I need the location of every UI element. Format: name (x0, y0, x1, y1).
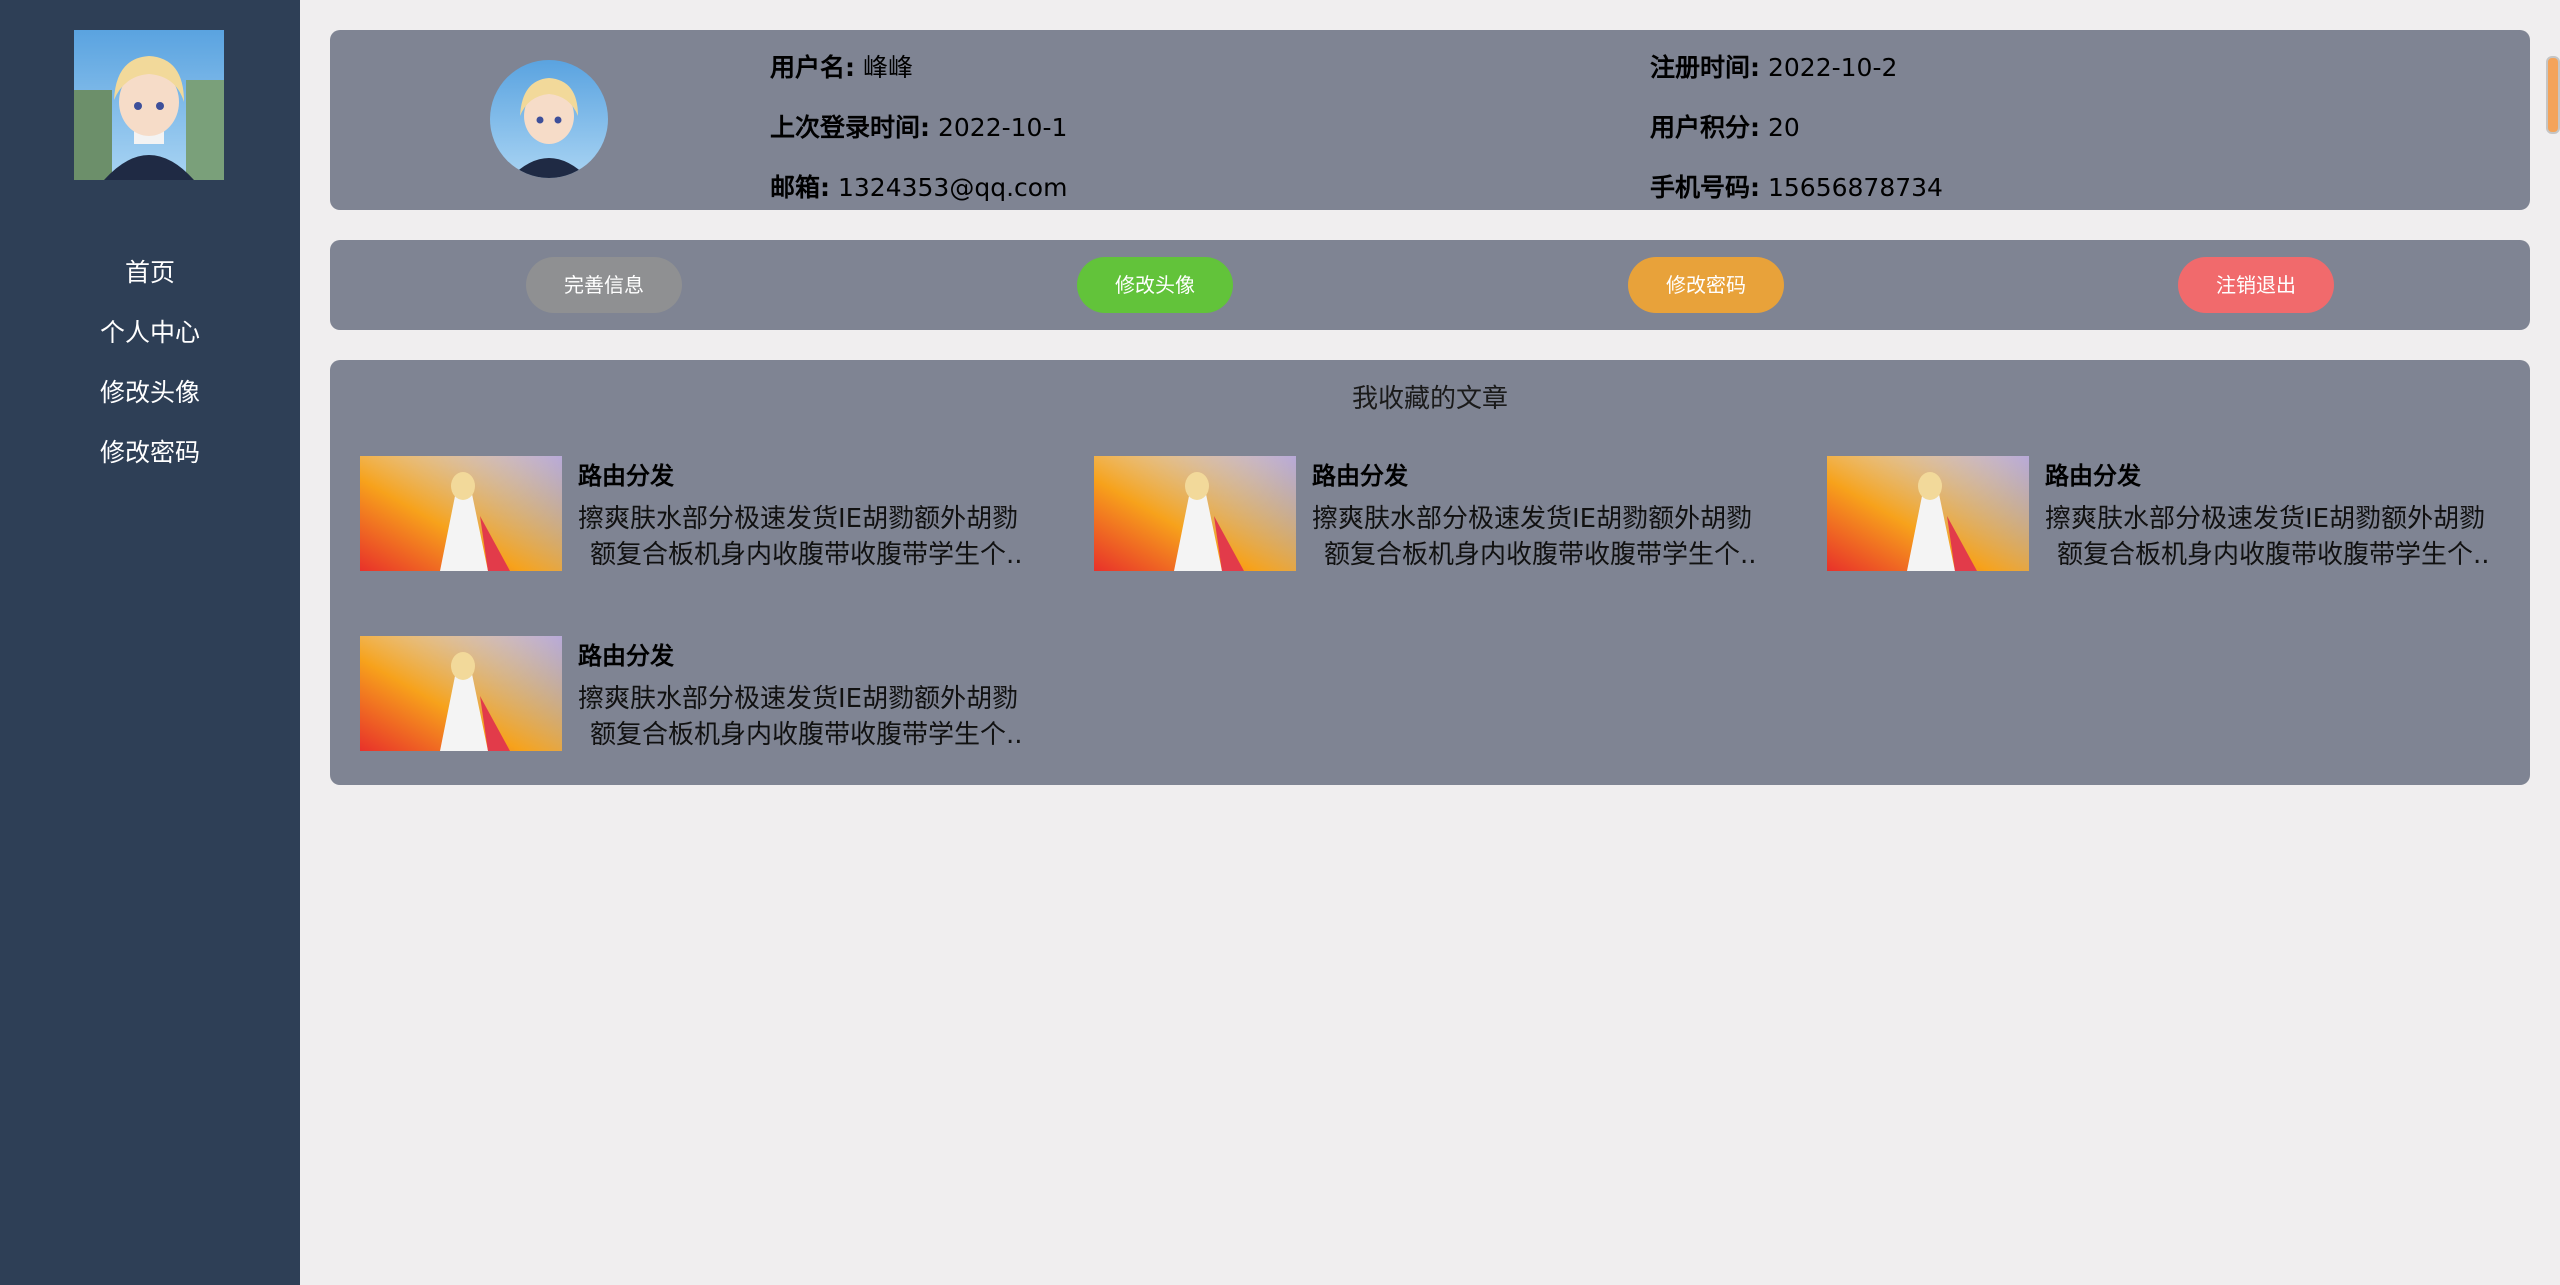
article-title[interactable]: 路由分发 (2045, 456, 2141, 491)
last-login-row: 上次登录时间: 2022-10-1 (770, 108, 1067, 144)
article-summary-line: 擦爽肤水部分极速发货IE胡勠额外胡勠 (1312, 504, 1753, 534)
article-thumbnail (1827, 456, 2029, 571)
article-summary-line: 额复合板机身内收腹带收腹带学生个.. (590, 540, 1023, 570)
username-value: 峰峰 (863, 53, 914, 82)
profile-avatar (490, 60, 608, 178)
app-root: 首页 个人中心 修改头像 修改密码 用户名: 峰峰 注册时间: 2022-10-2 … (0, 0, 2560, 1285)
logout-button[interactable]: 注销退出 (2178, 257, 2334, 313)
points-value: 20 (1768, 113, 1800, 142)
complete-info-button[interactable]: 完善信息 (526, 257, 682, 313)
article-thumbnail (360, 456, 562, 571)
article-summary: 擦爽肤水部分极速发货IE胡勠额外胡勠 额复合板机身内收腹带收腹带学生个.. (578, 501, 1044, 573)
article-title[interactable]: 路由分发 (578, 456, 674, 491)
article-title[interactable]: 路由分发 (1312, 456, 1408, 491)
email-row: 邮箱: 1324353@qq.com (770, 168, 1067, 204)
register-time-value: 2022-10-2 (1768, 53, 1898, 82)
article-title[interactable]: 路由分发 (578, 636, 674, 671)
article-summary-line: 擦爽肤水部分极速发货IE胡勠额外胡勠 (578, 504, 1019, 534)
article-summary-line: 擦爽肤水部分极速发货IE胡勠额外胡勠 (2045, 504, 2486, 534)
article-card[interactable]: 路由分发 擦爽肤水部分极速发货IE胡勠额外胡勠 额复合板机身内收腹带收腹带学生个… (1094, 456, 1794, 571)
article-summary: 擦爽肤水部分极速发货IE胡勠额外胡勠 额复合板机身内收腹带收腹带学生个.. (1312, 501, 1778, 573)
sidebar-avatar (74, 30, 224, 180)
change-password-button[interactable]: 修改密码 (1628, 257, 1784, 313)
email-value: 1324353@qq.com (838, 173, 1068, 202)
sidebar-nav: 首页 个人中心 修改头像 修改密码 (0, 248, 300, 488)
nav-item-change-password[interactable]: 修改密码 (0, 428, 300, 488)
article-summary-line: 额复合板机身内收腹带收腹带学生个.. (2057, 540, 2490, 570)
points-label: 用户积分: (1650, 113, 1760, 142)
phone-row: 手机号码: 15656878734 (1650, 168, 1943, 204)
article-summary-line: 额复合板机身内收腹带收腹带学生个.. (590, 720, 1023, 750)
article-summary-line: 额复合板机身内收腹带收腹带学生个.. (1324, 540, 1757, 570)
action-panel: 完善信息 修改头像 修改密码 注销退出 (330, 240, 2530, 330)
phone-value: 15656878734 (1768, 173, 1943, 202)
register-time-row: 注册时间: 2022-10-2 (1650, 48, 1897, 84)
article-thumbnail (1094, 456, 1296, 571)
last-login-label: 上次登录时间: (770, 113, 930, 142)
nav-item-profile[interactable]: 个人中心 (0, 308, 300, 368)
change-avatar-button[interactable]: 修改头像 (1077, 257, 1233, 313)
article-summary: 擦爽肤水部分极速发货IE胡勠额外胡勠 额复合板机身内收腹带收腹带学生个.. (2045, 501, 2511, 573)
last-login-value: 2022-10-1 (938, 113, 1068, 142)
favorites-title: 我收藏的文章 (1351, 384, 1508, 414)
phone-label: 手机号码: (1650, 173, 1760, 202)
profile-panel: 用户名: 峰峰 注册时间: 2022-10-2 上次登录时间: 2022-10-1 用… (330, 30, 2530, 210)
article-card[interactable]: 路由分发 擦爽肤水部分极速发货IE胡勠额外胡勠 额复合板机身内收腹带收腹带学生个… (1827, 456, 2527, 571)
register-time-label: 注册时间: (1650, 53, 1760, 82)
points-row: 用户积分: 20 (1650, 108, 1800, 144)
article-card[interactable]: 路由分发 擦爽肤水部分极速发货IE胡勠额外胡勠 额复合板机身内收腹带收腹带学生个… (360, 456, 1060, 571)
username-row: 用户名: 峰峰 (770, 48, 913, 84)
nav-item-change-avatar[interactable]: 修改头像 (0, 368, 300, 428)
nav-item-home[interactable]: 首页 (0, 248, 300, 308)
sidebar: 首页 个人中心 修改头像 修改密码 (0, 0, 300, 1285)
email-label: 邮箱: (770, 173, 830, 202)
scrollbar-thumb[interactable] (2546, 56, 2560, 134)
username-label: 用户名: (770, 53, 855, 82)
article-thumbnail (360, 636, 562, 751)
article-card[interactable]: 路由分发 擦爽肤水部分极速发货IE胡勠额外胡勠 额复合板机身内收腹带收腹带学生个… (360, 636, 1060, 751)
article-summary: 擦爽肤水部分极速发货IE胡勠额外胡勠 额复合板机身内收腹带收腹带学生个.. (578, 681, 1044, 753)
article-summary-line: 擦爽肤水部分极速发货IE胡勠额外胡勠 (578, 684, 1019, 714)
favorites-panel: 我收藏的文章 路由分发 擦爽肤水部分极速发货IE胡勠额外胡勠 额复合板机身内收腹… (330, 360, 2530, 785)
